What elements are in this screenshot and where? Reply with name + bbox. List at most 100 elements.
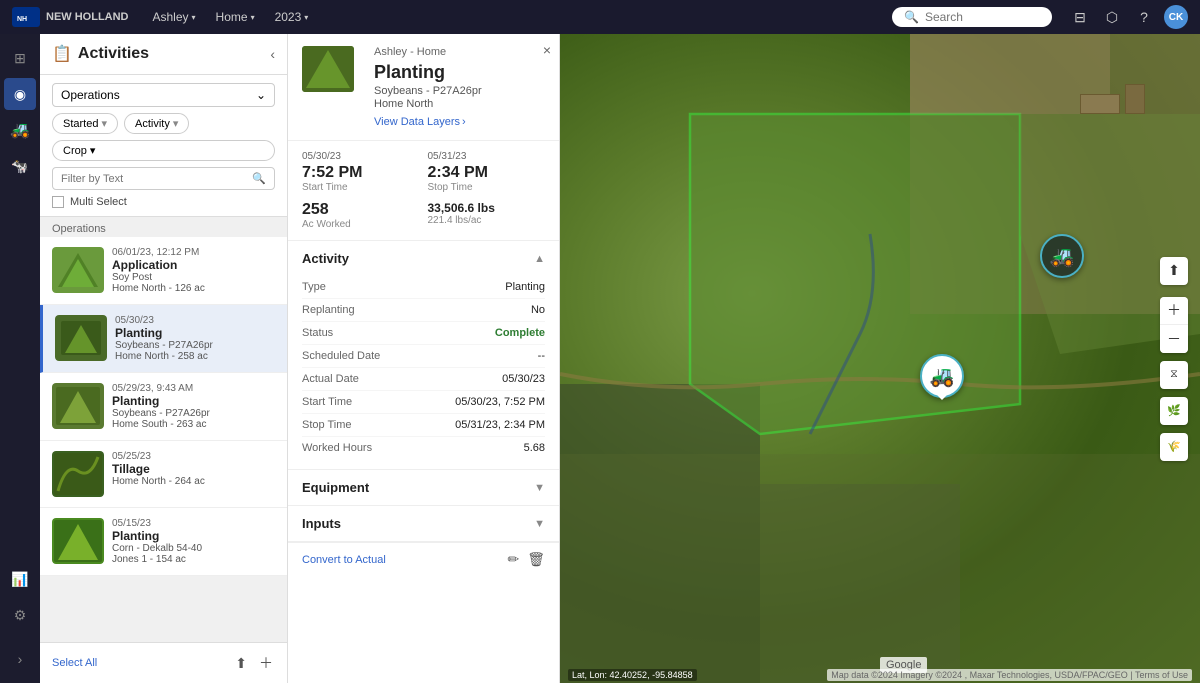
view-data-layers-button[interactable]: View Data Layers › [374,116,482,128]
crop-layers-button[interactable]: 🌾 [1160,433,1188,461]
inputs-section: Inputs ▼ [288,506,559,542]
row-label: Status [302,327,333,339]
collapse-button[interactable]: ‹ [270,46,275,62]
sidebar-icon-chart[interactable]: 📊 [4,563,36,595]
equipment-chevron-icon: ▼ [534,482,545,494]
row-value: -- [538,350,545,362]
add-button[interactable]: ＋ [257,651,275,675]
activity-name: Planting [112,529,275,543]
detail-stats: 05/30/23 7:52 PM Start Time 05/31/23 2:3… [288,141,559,241]
started-filter-button[interactable]: Started ▾ [52,113,118,134]
tractor-marker-1[interactable]: 🚜 [1040,234,1084,278]
detail-row-start-time: Start Time 05/30/23, 7:52 PM [302,391,545,414]
sidebar-icon-collapse[interactable]: › [4,643,36,675]
export-button[interactable]: ⬆ [233,651,249,675]
vegetation-button[interactable]: 🌿 [1160,397,1188,425]
select-all-button[interactable]: Select All [52,657,97,669]
activity-info: 05/29/23, 9:43 AM Planting Soybeans - P2… [112,383,275,430]
building-marker-2 [1125,84,1145,114]
crop-filter-button[interactable]: Crop ▾ [52,140,275,161]
start-time-value: 7:52 PM [302,164,420,182]
nav-home-label: Home [216,10,248,24]
multi-select-label: Multi Select [70,196,127,208]
arrow-right-icon: › [462,116,466,128]
zoom-in-button[interactable]: ＋ [1160,297,1188,325]
list-item[interactable]: 05/15/23 Planting Corn - Dekalb 54-40 Jo… [40,508,287,576]
ac-worked-label: Ac Worked [302,219,420,230]
detail-footer: Convert to Actual ✏ 🗑 [288,542,559,576]
split-view-icon[interactable]: ⊟ [1068,5,1092,29]
activity-sub1: Soybeans - P27A26pr [115,340,275,351]
activities-panel: 📋 Activities ‹ Operations ⌄ Started ▾ Ac… [40,34,288,683]
activity-thumbnail [52,247,104,293]
list-item[interactable]: 05/25/23 Tillage Home North - 264 ac [40,441,287,508]
user-avatar[interactable]: CK [1164,5,1188,29]
sidebar-icon-livestock[interactable]: 🐄 [4,150,36,182]
detail-breadcrumb: Ashley - Home [374,46,482,58]
nav-user[interactable]: Ashley ▾ [145,6,204,28]
map-area[interactable]: 🚜 🚜 ⬆ ＋ － ⧖ 🌿 🌾 Google Lat, Lon: 42.4025… [560,34,1200,683]
edit-button[interactable]: ✏ [507,551,519,568]
equipment-section-header[interactable]: Equipment ▼ [288,470,559,505]
detail-subtitle: Soybeans - P27A26pr [374,85,482,97]
list-item[interactable]: 05/30/23 Planting Soybeans - P27A26pr Ho… [40,305,287,373]
activity-info: 05/30/23 Planting Soybeans - P27A26pr Ho… [115,315,275,362]
activities-icon: 📋 [52,44,72,64]
building-marker [1080,94,1120,114]
operations-select[interactable]: Operations ⌄ [52,83,275,107]
inputs-section-title: Inputs [302,516,341,531]
activity-sub2: Jones 1 - 154 ac [112,554,275,565]
sidebar-icon-grid[interactable]: ⊞ [4,42,36,74]
activity-info: 05/25/23 Tillage Home North - 264 ac [112,451,275,497]
zoom-out-button[interactable]: － [1160,325,1188,353]
layers-button[interactable]: ⧖ [1160,361,1188,389]
row-value: No [531,304,545,316]
external-link-icon[interactable]: ⬡ [1100,5,1124,29]
activity-filter-label: Activity [135,118,170,130]
map-controls: ⬆ ＋ － ⧖ 🌿 🌾 [1160,257,1188,461]
activity-name: Tillage [112,462,275,476]
text-filter[interactable]: 🔍 [52,167,275,190]
crop-chevron-icon: ▾ [90,144,96,157]
activity-section-header[interactable]: Activity ▲ [288,241,559,276]
map-attribution: Map data ©2024 Imagery ©2024 , Maxar Tec… [827,669,1192,681]
nav-links: Ashley ▾ Home ▾ 2023 ▾ [145,6,317,28]
delete-button[interactable]: 🗑 [527,551,545,568]
search-icon: 🔍 [904,10,919,24]
sidebar-icon-settings[interactable]: ⚙ [4,599,36,631]
sidebar-icon-map[interactable]: ◉ [4,78,36,110]
started-label: Started [63,118,98,130]
activity-sub1: Home North - 264 ac [112,476,275,487]
inputs-section-header[interactable]: Inputs ▼ [288,506,559,541]
ac-worked-stat: 258 Ac Worked [302,201,420,230]
logo-box: NH [12,7,40,27]
filter-text-input[interactable] [61,173,246,185]
nav-year[interactable]: 2023 ▾ [267,6,317,28]
sidebar-icon-tractor[interactable]: 🚜 [4,114,36,146]
help-icon[interactable]: ? [1132,5,1156,29]
nav-home[interactable]: Home ▾ [208,6,263,28]
list-item[interactable]: 06/01/23, 12:12 PM Application Soy Post … [40,237,287,305]
close-button[interactable]: × [543,42,551,58]
list-item[interactable]: 05/29/23, 9:43 AM Planting Soybeans - P2… [40,373,287,441]
remove-started-icon[interactable]: ▾ [101,117,107,130]
weight-sub-label: 221.4 lbs/ac [428,215,546,226]
remove-activity-icon[interactable]: ▾ [173,117,179,130]
chevron-down-icon: ▾ [304,13,308,22]
convert-to-actual-button[interactable]: Convert to Actual [302,554,386,566]
activities-title: 📋 Activities [52,44,149,64]
search-input[interactable] [925,10,1040,24]
activity-filter-button[interactable]: Activity ▾ [124,113,189,134]
detail-location: Home North [374,98,482,110]
activities-header: 📋 Activities ‹ [40,34,287,75]
activity-info: 05/15/23 Planting Corn - Dekalb 54-40 Jo… [112,518,275,565]
row-label: Replanting [302,304,355,316]
multi-select-row: Multi Select [52,196,275,208]
operations-label: Operations [61,88,120,102]
compass-button[interactable]: ⬆ [1160,257,1188,285]
logo[interactable]: NH NEW HOLLAND [12,7,129,27]
multi-select-checkbox[interactable] [52,196,64,208]
search-bar[interactable]: 🔍 [892,7,1052,27]
tractor-marker-2[interactable]: 🚜 [920,354,964,398]
stop-time-label: Stop Time [428,182,546,193]
